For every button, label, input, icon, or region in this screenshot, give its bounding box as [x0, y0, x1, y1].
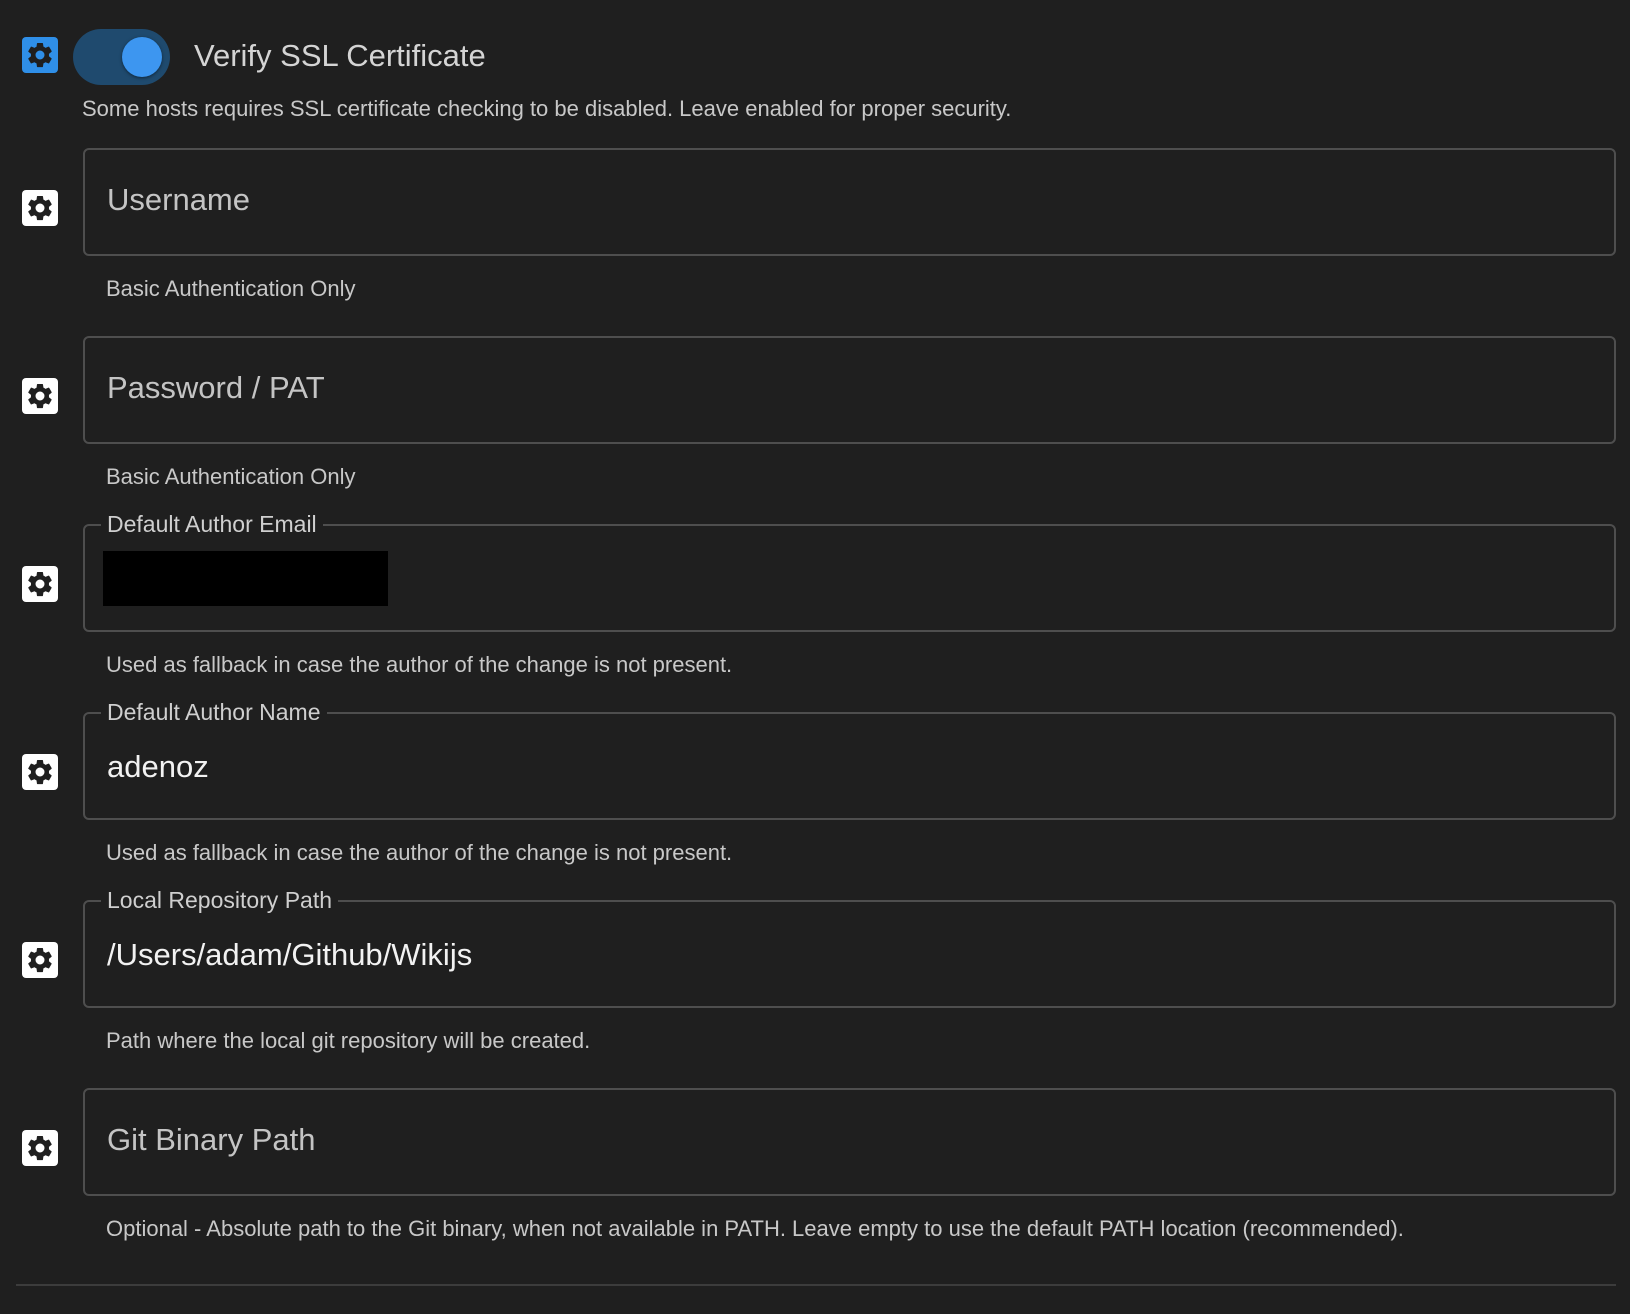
toggle-knob	[122, 37, 162, 77]
git-binary-field[interactable]: Git Binary Path	[83, 1088, 1616, 1196]
author-name-config-gear-icon[interactable]	[22, 754, 58, 790]
repo-path-label: Local Repository Path	[101, 886, 339, 914]
author-name-label: Default Author Name	[101, 698, 327, 726]
git-binary-config-gear-icon[interactable]	[22, 1130, 58, 1166]
verify-ssl-toggle[interactable]	[73, 29, 170, 85]
repo-path-hint: Path where the local git repository will…	[106, 1028, 591, 1053]
git-binary-hint: Optional - Absolute path to the Git bina…	[106, 1216, 1404, 1241]
gear-icon	[25, 193, 55, 223]
password-field[interactable]: Password / PAT	[83, 336, 1616, 444]
verify-ssl-hint: Some hosts requires SSL certificate chec…	[82, 96, 1012, 121]
author-email-hint: Used as fallback in case the author of t…	[106, 652, 733, 677]
username-field[interactable]: Username	[83, 148, 1616, 256]
password-hint: Basic Authentication Only	[106, 464, 356, 489]
author-name-field[interactable]: Default Author Name adenoz	[83, 698, 1616, 820]
password-config-gear-icon[interactable]	[22, 378, 58, 414]
author-name-value: adenoz	[107, 749, 209, 784]
gear-icon	[25, 1133, 55, 1163]
username-config-gear-icon[interactable]	[22, 190, 58, 226]
git-binary-placeholder: Git Binary Path	[107, 1122, 316, 1157]
verify-ssl-label: Verify SSL Certificate	[194, 38, 486, 73]
author-email-redacted-value	[103, 551, 388, 606]
author-name-hint: Used as fallback in case the author of t…	[106, 840, 733, 865]
repo-path-config-gear-icon[interactable]	[22, 942, 58, 978]
gear-icon	[25, 381, 55, 411]
repo-path-value: /Users/adam/Github/Wikijs	[107, 937, 473, 972]
gear-icon	[25, 757, 55, 787]
username-hint: Basic Authentication Only	[106, 276, 356, 301]
gear-icon	[25, 945, 55, 975]
section-divider	[16, 1284, 1616, 1286]
verify-ssl-config-gear-icon[interactable]	[22, 37, 58, 73]
author-email-label: Default Author Email	[101, 510, 323, 538]
gear-icon	[25, 569, 55, 599]
gear-icon	[25, 40, 55, 70]
password-placeholder: Password / PAT	[107, 370, 325, 405]
username-placeholder: Username	[107, 182, 250, 217]
author-email-config-gear-icon[interactable]	[22, 566, 58, 602]
author-email-field[interactable]: Default Author Email	[83, 510, 1616, 632]
repo-path-field[interactable]: Local Repository Path /Users/adam/Github…	[83, 886, 1616, 1008]
